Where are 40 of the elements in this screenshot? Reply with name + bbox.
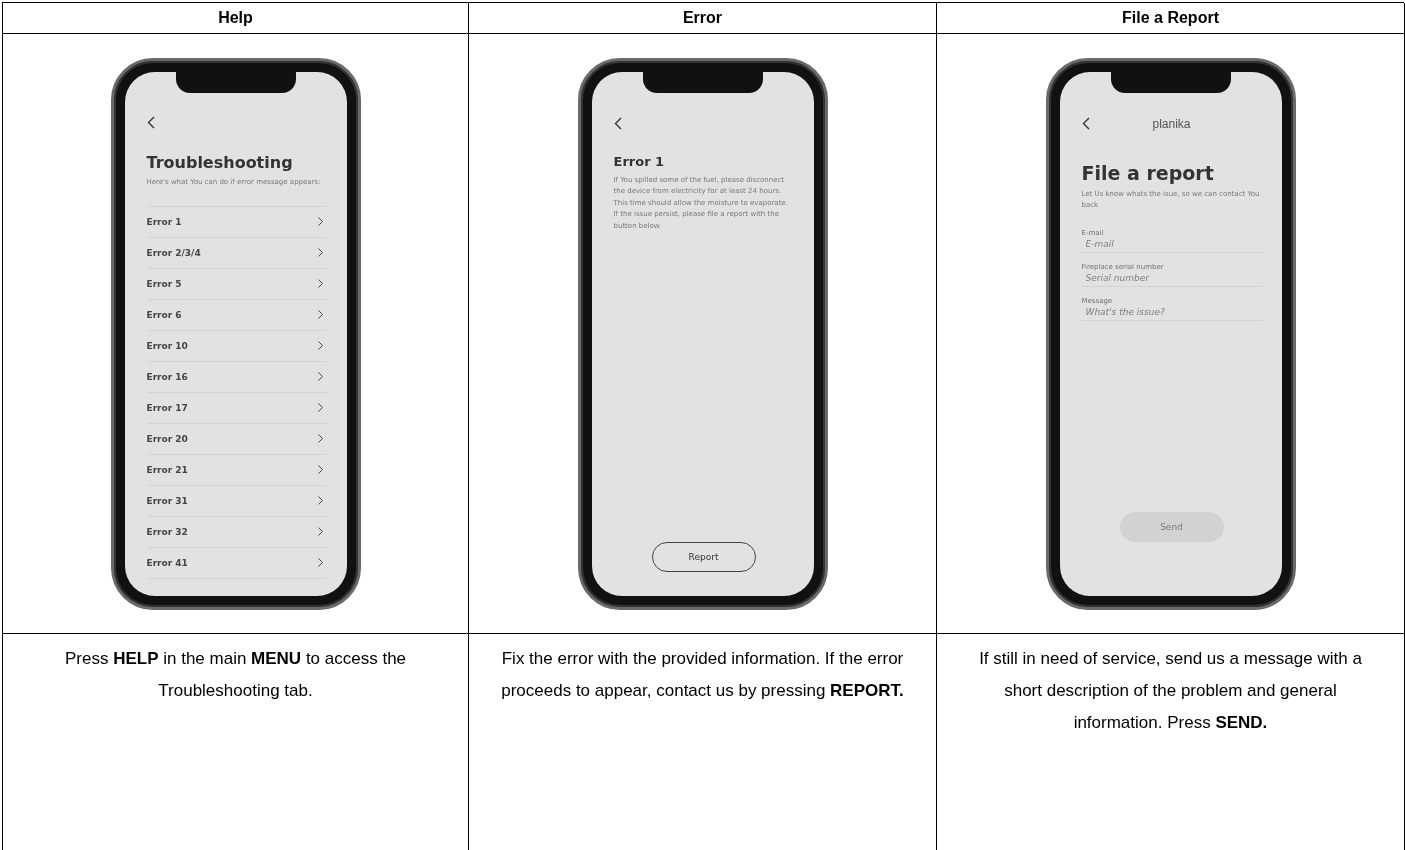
chevron-right-icon <box>317 496 323 505</box>
error-list-item[interactable]: Error 17 <box>146 392 327 424</box>
error-list-item[interactable]: Error 32 <box>146 516 327 548</box>
back-icon[interactable] <box>613 117 622 130</box>
error-list-item[interactable]: Error 31 <box>146 485 327 517</box>
error-list-item[interactable]: Error 1 <box>146 206 327 238</box>
chevron-right-icon <box>317 310 323 319</box>
chevron-right-icon <box>317 217 323 226</box>
back-icon[interactable] <box>146 115 155 129</box>
caption-text: Fix the error with the provided information. If the error proceeds to appear, contact us by pressing REPORT. <box>500 648 905 702</box>
error-list-item[interactable]: Error 20 <box>146 423 327 455</box>
chevron-right-icon <box>317 465 323 474</box>
input-field[interactable]: E-mail <box>1081 236 1262 253</box>
error-list-item[interactable]: Error 41 <box>146 547 327 579</box>
brand-logo: planika <box>1152 116 1191 131</box>
table-header-cell: File a Report <box>937 3 1405 34</box>
caption-text: Press HELP in the main MENU to access the Troubleshooting tab. <box>63 648 408 702</box>
chevron-right-icon <box>317 403 323 412</box>
input-field[interactable]: What's the issue? <box>1081 304 1262 321</box>
back-icon[interactable] <box>1081 117 1090 130</box>
error-list-item[interactable]: Error 21 <box>146 454 327 486</box>
chevron-right-icon <box>317 434 323 443</box>
error-list-item[interactable]: Error 16 <box>146 361 327 393</box>
screen-title: Troubleshooting <box>146 152 294 172</box>
error-list-item[interactable]: Error 6 <box>146 299 327 331</box>
error-list-item[interactable]: Error 5 <box>146 268 327 300</box>
chevron-right-icon <box>317 248 323 257</box>
screen-title: File a report <box>1081 161 1215 184</box>
table-header-cell: Help <box>3 3 469 34</box>
error-list-item[interactable]: Error 10 <box>146 330 327 362</box>
error-list-item[interactable]: Error 2/3/4 <box>146 237 327 269</box>
chevron-right-icon <box>317 279 323 288</box>
chevron-right-icon <box>317 372 323 381</box>
chevron-right-icon <box>317 558 323 567</box>
caption-text: If still in need of service, send us a message with a short description of the problem and general information. Press SEND. <box>978 648 1363 734</box>
chevron-right-icon <box>317 527 323 536</box>
screen-title: Error 1 <box>613 153 666 169</box>
table-header-cell: Error <box>469 3 937 34</box>
chevron-right-icon <box>317 341 323 350</box>
input-field[interactable]: Serial number <box>1081 270 1262 287</box>
